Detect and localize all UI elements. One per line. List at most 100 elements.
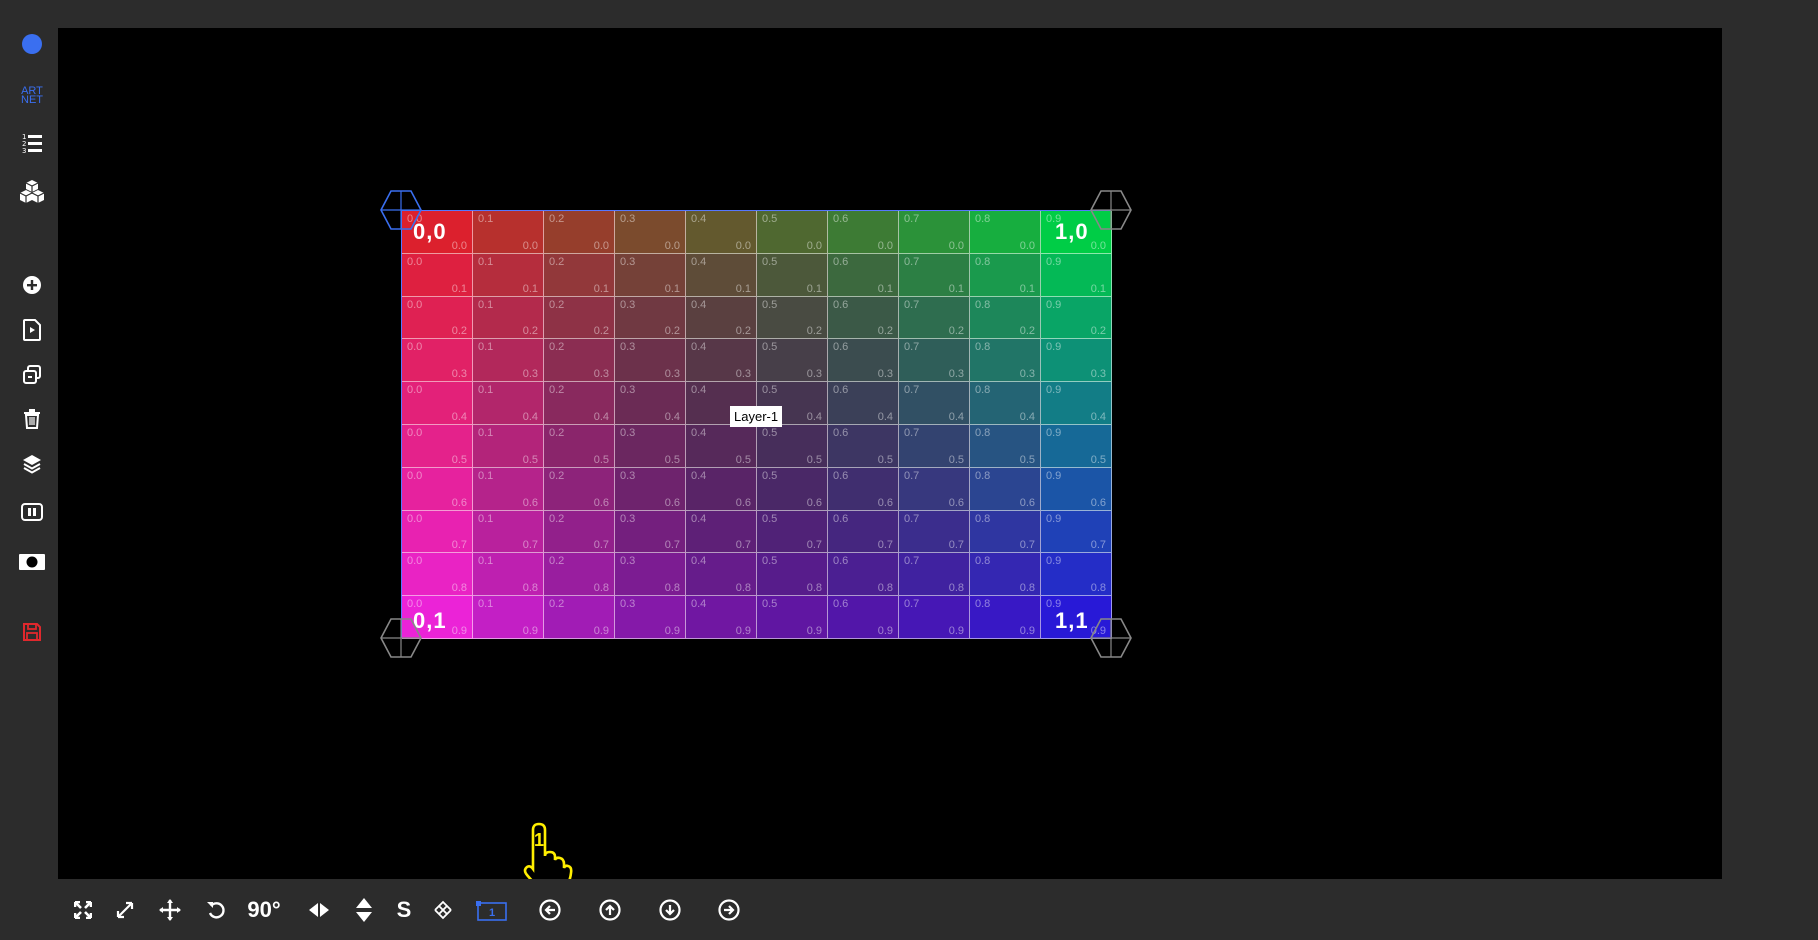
status-dot-icon[interactable] [18, 30, 46, 58]
grid-y-label: 0.6 [451, 496, 467, 509]
save-icon[interactable] [18, 618, 46, 646]
pointer-badge: 1 [534, 830, 544, 850]
grid-y-label: 0.2 [877, 325, 893, 338]
corner-handle-top-right[interactable] [1089, 188, 1133, 232]
grid-y-label: 0.4 [1019, 410, 1035, 423]
grid-x-label: 0.2 [549, 427, 565, 439]
corner-handle-bottom-left[interactable] [379, 616, 423, 660]
grid-x-label: 0.9 [1046, 469, 1062, 482]
corner-label-top-right: 1,0 [1055, 219, 1089, 244]
numbered-list-icon[interactable]: 1 2 3 [18, 129, 46, 157]
grid-x-label: 0.5 [762, 598, 778, 611]
grid-x-label: 0.0 [407, 427, 423, 439]
rotate-ccw-icon[interactable] [201, 893, 231, 927]
s-button[interactable]: S [392, 893, 416, 927]
grid-x-label: 0.4 [691, 427, 707, 439]
flip-horizontal-icon[interactable] [304, 893, 334, 927]
play-file-icon[interactable] [18, 316, 46, 344]
grid-y-label: 0.7 [1019, 539, 1035, 552]
layer-1-icon[interactable]: 1 [476, 893, 508, 927]
grid-y-label: 0.5 [522, 453, 538, 466]
arrow-right-circle-icon[interactable] [714, 893, 744, 927]
grid-x-label: 0.9 [1046, 341, 1062, 354]
grid-cell: 0.9 0.3 [1041, 339, 1112, 383]
corner-handle-bottom-right[interactable] [1089, 616, 1133, 660]
grid-cell: 0.0 0.7 [402, 510, 473, 554]
grid-x-label: 0.0 [407, 341, 423, 354]
grid-cell: 0.6 0.0 [828, 211, 899, 254]
grid-cell: 0.7 0.6 [899, 467, 970, 511]
arrow-down-circle-icon[interactable] [655, 893, 685, 927]
grid-y-label: 0.5 [1019, 453, 1035, 466]
grid-y-label: 0.3 [1019, 368, 1035, 381]
rotate-90-button[interactable]: 90° [242, 893, 286, 927]
svg-text:3: 3 [22, 147, 26, 154]
grid-cell: 0.2 0.8 [544, 553, 615, 597]
grid-cell: 0.6 0.5 [828, 425, 899, 468]
grid-cell: 0.1 0.7 [473, 510, 544, 554]
grid-cell: 0.2 0.0 [544, 211, 615, 254]
layer-name-label[interactable]: Layer-1 [730, 406, 783, 427]
copy-icon[interactable] [18, 361, 46, 389]
add-circle-icon[interactable] [18, 271, 46, 299]
grid-cell: 0.4 0.2 [686, 296, 757, 340]
grid-cell: 0.3 0.7 [615, 510, 686, 554]
grid-cell: 0.2 0.5 [544, 425, 615, 468]
camera-icon[interactable] [18, 548, 46, 576]
flip-vertical-icon[interactable] [349, 893, 379, 927]
trash-icon[interactable] [18, 405, 46, 433]
grid-y-label: 0.2 [806, 325, 822, 338]
grid-y-label: 0.6 [522, 496, 538, 509]
grid-cell: 0.4 0.1 [686, 253, 757, 297]
grid-y-label: 0.8 [664, 582, 680, 595]
grid-x-label: 0.3 [620, 598, 636, 611]
grid-x-label: 0.1 [478, 255, 494, 268]
pause-box-icon[interactable] [18, 498, 46, 526]
grid-x-label: 0.8 [975, 341, 991, 354]
artnet-logo-icon[interactable]: ART NET [18, 82, 46, 110]
grid-cell: 0.4 0.9 [686, 596, 757, 639]
grid-x-label: 0.6 [833, 598, 849, 611]
grid-x-label: 0.8 [975, 213, 991, 225]
arrow-left-circle-icon[interactable] [535, 893, 565, 927]
arrow-up-circle-icon[interactable] [595, 893, 625, 927]
projection-canvas[interactable]: 0.0 0.0 0.1 0.0 0.2 0.0 0.3 0.0 0.4 0.0 0.5 0.0 0.6 0… [58, 28, 1722, 879]
grid-x-label: 0.2 [549, 298, 565, 311]
grid-cell: 0.5 0.2 [757, 296, 828, 340]
grid-x-label: 0.7 [904, 555, 920, 568]
fullscreen-icon[interactable] [68, 893, 98, 927]
grid-cell: 0.2 0.7 [544, 510, 615, 554]
grid-x-label: 0.4 [691, 512, 707, 525]
layers-icon[interactable] [18, 450, 46, 478]
grid-x-label: 0.9 [1046, 555, 1062, 568]
grid-cell: 0.8 0.9 [970, 596, 1041, 639]
expand-diagonal-icon[interactable] [110, 893, 140, 927]
grid-x-label: 0.6 [833, 427, 849, 439]
grid-y-label: 0.4 [948, 410, 964, 423]
grid-y-label: 0.8 [451, 582, 467, 595]
grid-cell: 0.2 0.3 [544, 339, 615, 383]
grid-y-label: 0.6 [948, 496, 964, 509]
grid-x-label: 0.7 [904, 469, 920, 482]
move-icon[interactable] [155, 893, 185, 927]
grid-cell: 0.8 0.4 [970, 382, 1041, 425]
grid-x-label: 0.1 [478, 469, 494, 482]
grid-x-label: 0.8 [975, 512, 991, 525]
grid-cell: 0.9 0.1 [1041, 253, 1112, 297]
grid-cell: 0.2 0.4 [544, 382, 615, 425]
corner-handle-top-left[interactable] [379, 188, 423, 232]
grid-x-label: 0.5 [762, 341, 778, 354]
grid-cell: 0.5 0.0 [757, 211, 828, 254]
grid-y-label: 0.0 [522, 239, 538, 252]
grid-cell: 0.3 0.8 [615, 553, 686, 597]
cubes-icon[interactable] [18, 177, 46, 205]
grid-cell: 0.4 0.3 [686, 339, 757, 383]
grid-x-label: 0.5 [762, 427, 778, 439]
grid-y-label: 0.1 [877, 282, 893, 295]
grid-y-label: 0.6 [1019, 496, 1035, 509]
grid-y-label: 0.8 [948, 582, 964, 595]
grid-y-label: 0.7 [877, 539, 893, 552]
crosshair-icon[interactable] [430, 893, 456, 927]
grid-x-label: 0.7 [904, 598, 920, 611]
grid-cell: 0.5 0.6 [757, 467, 828, 511]
